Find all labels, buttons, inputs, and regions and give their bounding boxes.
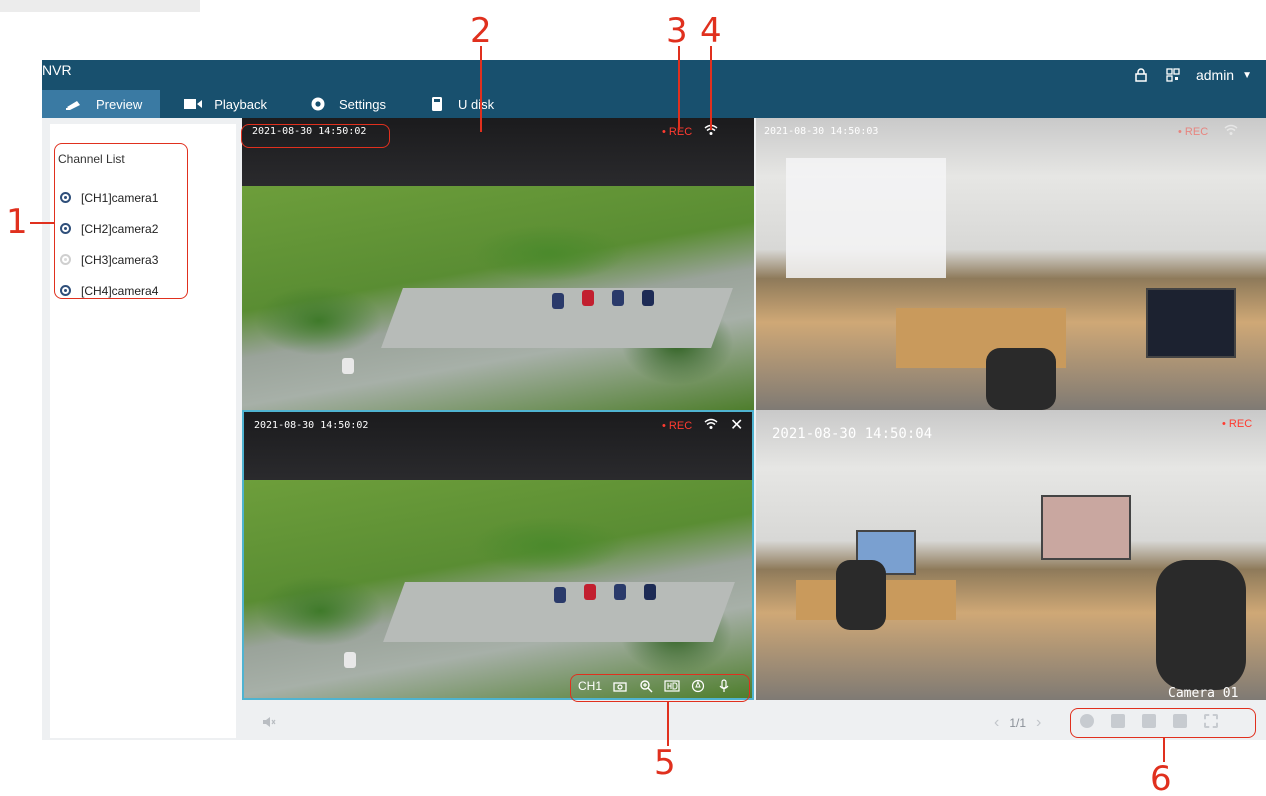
video-pane-ch2[interactable]: 2021-08-30 14:50:03 • REC <box>756 118 1266 410</box>
user-menu[interactable]: admin ▼ <box>1196 67 1252 83</box>
wifi-icon <box>704 418 718 433</box>
nvr-app: NVR admin ▼ Preview Playback Settings U … <box>42 60 1266 740</box>
office-chair <box>836 560 886 630</box>
page-indicator: 1/1 <box>1009 716 1027 730</box>
app-title: NVR <box>42 62 72 78</box>
callout-3-line <box>678 46 680 130</box>
car <box>644 584 656 600</box>
usb-icon <box>426 96 448 112</box>
mute-icon[interactable] <box>262 716 276 731</box>
camera-name-overlay: Camera 01 <box>1168 686 1239 700</box>
car <box>584 584 596 600</box>
callout-4-line <box>710 46 712 130</box>
tab-label: U disk <box>457 96 495 112</box>
chevron-down-icon: ▼ <box>1242 69 1252 81</box>
tab-label: Playback <box>214 96 267 112</box>
video-timestamp: 2021-08-30 14:50:03 <box>764 126 879 137</box>
tab-settings[interactable]: Settings <box>285 90 404 118</box>
car <box>614 584 626 600</box>
wifi-icon <box>1224 124 1238 139</box>
office-window <box>786 158 946 278</box>
lock-icon[interactable] <box>1132 66 1150 84</box>
callout-2: 2 <box>470 11 492 51</box>
qr-code-icon[interactable] <box>1164 66 1182 84</box>
callout-5: 5 <box>654 743 676 783</box>
callout-2-box <box>241 124 390 148</box>
callout-6: 6 <box>1150 759 1172 796</box>
close-icon[interactable]: ✕ <box>730 415 743 435</box>
tab-label: Settings <box>339 96 386 112</box>
callout-1-box <box>54 143 188 299</box>
top-bar: NVR admin ▼ Preview Playback Settings U … <box>42 60 1266 118</box>
car <box>552 293 564 309</box>
car <box>344 652 356 668</box>
tab-playback[interactable]: Playback <box>160 90 285 118</box>
callout-5-box <box>570 674 750 702</box>
pager: ‹ 1/1 › <box>994 714 1041 732</box>
camera-icon <box>64 96 86 112</box>
callout-2-line <box>480 46 482 132</box>
video-pane-ch1[interactable]: 2021-08-30 14:50:02 • REC <box>242 118 754 410</box>
top-right-controls: admin ▼ <box>1132 66 1252 84</box>
car <box>342 358 354 374</box>
rec-indicator: • REC <box>1178 126 1209 138</box>
rec-indicator: • REC <box>662 420 693 432</box>
rec-indicator: • REC <box>1222 418 1253 430</box>
office-chair <box>1156 560 1246 690</box>
main-tabs: Preview Playback Settings U disk <box>42 90 512 118</box>
tab-label: Preview <box>96 96 143 112</box>
callout-5-line <box>667 702 669 746</box>
car <box>642 290 654 306</box>
video-timestamp: 2021-08-30 14:50:04 <box>772 426 933 442</box>
office-monitor <box>1041 495 1131 560</box>
callout-6-box <box>1070 708 1256 738</box>
username: admin <box>1195 67 1235 83</box>
gear-icon <box>307 96 329 112</box>
callout-4: 4 <box>700 11 722 51</box>
video-pane-ch1-selected[interactable]: 2021-08-30 14:50:02 • REC ✕ CH1 <box>242 410 754 700</box>
office-monitor <box>1146 288 1236 358</box>
callout-1: 1 <box>6 202 28 242</box>
corner-tab <box>0 0 200 12</box>
prev-page-button[interactable]: ‹ <box>994 714 999 732</box>
tab-u-disk[interactable]: U disk <box>404 90 512 118</box>
tab-preview[interactable]: Preview <box>42 90 161 118</box>
car <box>582 290 594 306</box>
video-timestamp: 2021-08-30 14:50:02 <box>254 420 369 431</box>
playback-icon <box>182 96 204 112</box>
car <box>612 290 624 306</box>
screenshot-root: NVR admin ▼ Preview Playback Settings U … <box>0 0 1266 796</box>
car <box>554 587 566 603</box>
callout-3: 3 <box>666 11 688 51</box>
callout-1-line <box>30 222 54 224</box>
next-page-button[interactable]: › <box>1036 714 1041 732</box>
office-chair <box>986 348 1056 410</box>
video-pane-ch4[interactable]: 2021-08-30 14:50:04 • REC Camera 01 <box>756 410 1266 700</box>
